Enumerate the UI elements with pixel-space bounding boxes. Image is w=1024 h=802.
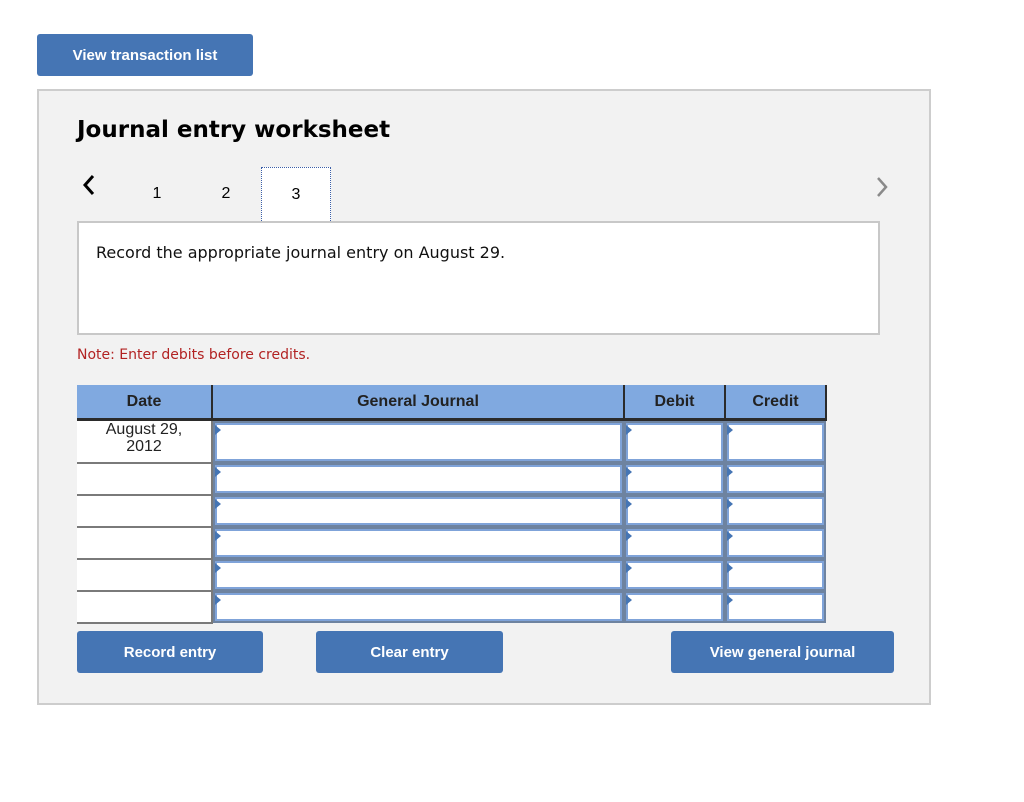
record-entry-button[interactable]: Record entry xyxy=(77,631,263,673)
debit-input[interactable] xyxy=(628,425,721,459)
credit-input[interactable] xyxy=(729,425,822,459)
tab-3[interactable]: 3 xyxy=(261,167,331,221)
credit-input[interactable] xyxy=(729,531,822,555)
chevron-left-icon[interactable] xyxy=(79,171,99,199)
debit-input[interactable] xyxy=(628,499,721,523)
view-general-journal-button[interactable]: View general journal xyxy=(671,631,894,673)
credit-input[interactable] xyxy=(729,595,822,619)
journal-entry-worksheet-panel: Journal entry worksheet 1 2 3 Record the… xyxy=(37,89,931,705)
clear-entry-button[interactable]: Clear entry xyxy=(316,631,503,673)
debit-input[interactable] xyxy=(628,595,721,619)
date-cell xyxy=(77,463,213,496)
account-input[interactable] xyxy=(217,563,620,587)
account-input[interactable] xyxy=(217,531,620,555)
table-row xyxy=(77,463,826,496)
date-cell: August 29, 2012 xyxy=(77,419,213,464)
account-input[interactable] xyxy=(217,595,620,619)
chevron-right-icon[interactable] xyxy=(872,173,892,201)
note-text: Note: Enter debits before credits. xyxy=(77,347,311,363)
prompt-text: Record the appropriate journal entry on … xyxy=(96,243,506,262)
worksheet-title: Journal entry worksheet xyxy=(77,117,391,143)
table-row: August 29, 2012 xyxy=(77,419,826,464)
credit-input[interactable] xyxy=(729,499,822,523)
date-cell xyxy=(77,495,213,528)
credit-input[interactable] xyxy=(729,563,822,587)
date-cell xyxy=(77,559,213,592)
date-cell xyxy=(77,527,213,560)
column-header-date: Date xyxy=(77,385,213,421)
debit-input[interactable] xyxy=(628,467,721,491)
date-cell xyxy=(77,591,213,624)
view-transaction-list-button[interactable]: View transaction list xyxy=(37,34,253,76)
table-row xyxy=(77,495,826,528)
account-input[interactable] xyxy=(217,467,620,491)
column-header-general-journal: General Journal xyxy=(212,385,625,421)
table-row xyxy=(77,559,826,592)
table-row xyxy=(77,591,826,624)
table-row xyxy=(77,527,826,560)
tab-1[interactable]: 1 xyxy=(124,167,190,221)
journal-table: Date General Journal Debit Credit August… xyxy=(77,385,827,624)
column-header-credit: Credit xyxy=(725,385,827,421)
column-header-debit: Debit xyxy=(624,385,726,421)
debit-input[interactable] xyxy=(628,531,721,555)
prompt-box: Record the appropriate journal entry on … xyxy=(77,221,880,335)
credit-input[interactable] xyxy=(729,467,822,491)
debit-input[interactable] xyxy=(628,563,721,587)
account-input[interactable] xyxy=(217,499,620,523)
tab-2[interactable]: 2 xyxy=(193,167,259,221)
account-input[interactable] xyxy=(217,425,620,459)
